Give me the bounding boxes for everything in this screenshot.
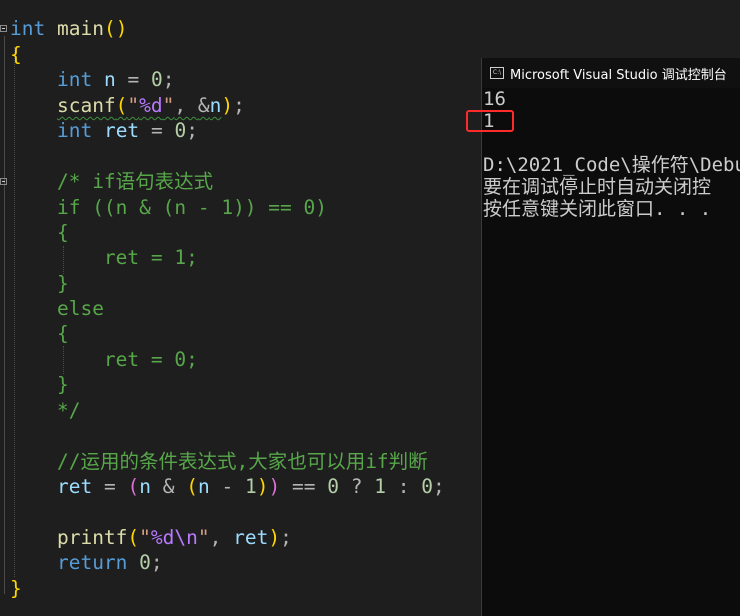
comment-line: */ — [56, 399, 81, 422]
semicolon: ; — [280, 526, 292, 549]
number: 0 — [421, 475, 433, 498]
variable-n: n — [103, 68, 116, 91]
semicolon: ; — [233, 94, 245, 117]
comma: , — [174, 94, 198, 117]
keyword-int: int — [56, 119, 93, 142]
operator: = — [127, 68, 140, 91]
variable-ret: ret — [56, 475, 93, 498]
operator: - — [221, 475, 234, 498]
paren: ) — [268, 475, 281, 498]
paren: ( — [127, 475, 140, 498]
semicolon: ; — [150, 551, 163, 574]
number: 1 — [244, 475, 257, 498]
operator: ? — [350, 475, 363, 498]
comment-line: if ((n & (n - 1)) == 0) — [56, 196, 327, 219]
format-specifier: %d — [150, 526, 175, 549]
keyword-int: int — [10, 17, 46, 40]
comma: , — [209, 526, 234, 549]
paren: ) — [268, 526, 281, 549]
string-quote: " — [162, 94, 175, 117]
open-brace: { — [10, 43, 22, 66]
console-output-line: 按任意键关闭此窗口. . . — [483, 198, 712, 220]
operator: & — [162, 475, 175, 498]
semicolon: ; — [186, 119, 198, 142]
string-quote: " — [197, 526, 210, 549]
semicolon: ; — [432, 475, 445, 498]
code-line-open-brace: { — [10, 42, 22, 67]
paren: ( — [127, 526, 140, 549]
console-title: Microsoft Visual Studio 调试控制台 — [510, 67, 727, 83]
escape-sequence: \n — [174, 526, 198, 549]
operator: : — [397, 475, 410, 498]
function-main: main — [56, 17, 104, 40]
number: 0 — [174, 119, 187, 142]
code-line-main-signature: int main() — [10, 16, 127, 41]
code-line-scanf: scanf("%d", &n); — [10, 93, 245, 118]
fold-toggle-main[interactable] — [0, 25, 7, 32]
console-title-bar[interactable]: C:\ Microsoft Visual Studio 调试控制台 — [482, 58, 740, 88]
semicolon: ; — [162, 68, 175, 91]
code-line-declare-n: int n = 0; — [10, 67, 174, 92]
comment-line: ret = 0; — [56, 348, 198, 371]
comment-line: else — [56, 297, 104, 320]
code-line-close-brace: } — [10, 576, 22, 601]
comment-line: /* if语句表达式 — [56, 170, 214, 193]
highlight-annotation-box — [466, 110, 514, 132]
fold-toggle-comment[interactable] — [0, 178, 7, 185]
variable-ret: ret — [233, 526, 269, 549]
console-output-line: D:\2021_Code\操作符\Debu — [483, 154, 740, 176]
debug-console-window[interactable]: C:\ Microsoft Visual Studio 调试控制台 16 1 D… — [481, 58, 740, 616]
operator: = — [103, 475, 116, 498]
console-app-icon: C:\ — [490, 67, 504, 79]
line-comment: //运用的条件表达式,大家也可以用if判断 — [56, 450, 428, 473]
number: 0 — [150, 68, 163, 91]
fold-guide-main — [4, 36, 5, 594]
comment-line: } — [56, 373, 69, 396]
comment-line: ret = 1; — [56, 246, 198, 269]
variable-n: n — [209, 94, 222, 117]
keyword-int: int — [56, 68, 93, 91]
paren: ) — [256, 475, 269, 498]
operator-address: & — [197, 94, 210, 117]
function-scanf: scanf — [56, 94, 116, 117]
string-quote: " — [127, 94, 140, 117]
paren: ) — [221, 94, 234, 117]
paren: () — [103, 17, 128, 40]
operator: = — [150, 119, 163, 142]
operator: == — [291, 475, 316, 498]
string-quote: " — [139, 526, 151, 549]
comment-line: { — [56, 221, 69, 244]
function-printf: printf — [56, 526, 128, 549]
code-line-declare-ret: int ret = 0; — [10, 118, 198, 143]
variable-n: n — [197, 475, 210, 498]
code-line-ternary: ret = (n & (n - 1)) == 0 ? 1 : 0; — [10, 474, 445, 499]
code-line-return: return 0; — [10, 550, 163, 575]
format-specifier: %d — [139, 94, 163, 117]
comment-line: } — [56, 272, 69, 295]
console-output-line: 16 — [483, 88, 506, 110]
paren: ( — [115, 94, 128, 117]
code-line-printf: printf("%d\n", ret); — [10, 525, 292, 550]
number: 1 — [374, 475, 386, 498]
comment-line: { — [56, 322, 69, 345]
variable-ret: ret — [103, 119, 140, 142]
variable-n: n — [139, 475, 151, 498]
number: 0 — [327, 475, 339, 498]
scanf-warning-squiggle[interactable]: scanf("%d", &n — [57, 94, 221, 117]
number: 0 — [139, 551, 151, 574]
paren: ( — [186, 475, 198, 498]
close-brace: } — [10, 577, 22, 600]
console-output-line: 要在调试停止时自动关闭控 — [483, 176, 712, 198]
keyword-return: return — [56, 551, 128, 574]
